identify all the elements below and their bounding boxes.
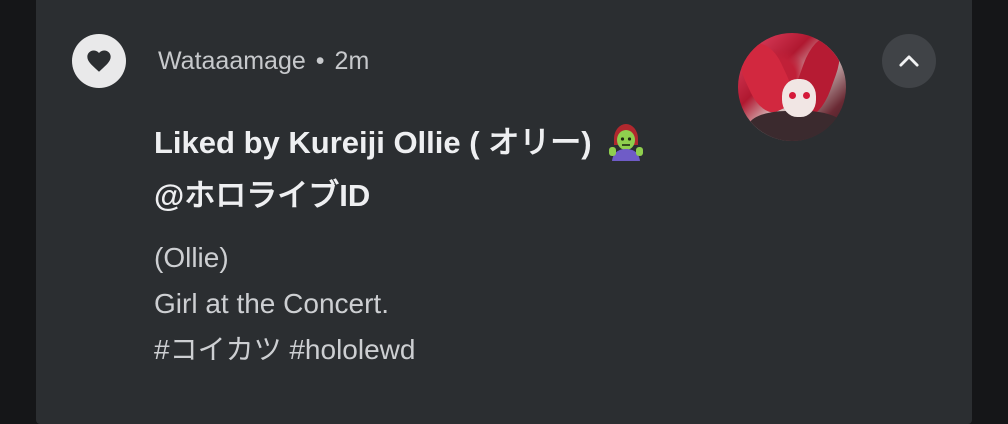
avatar-face: [782, 79, 816, 117]
heart-icon: [72, 34, 126, 88]
notification-title: Liked by Kureiji Ollie ( オリー) @ホロライブID: [154, 120, 714, 218]
avatar: [738, 33, 846, 141]
heart-icon-glyph: [87, 50, 111, 72]
title-line-2: @ホロライブID: [154, 178, 371, 213]
chevron-up-icon: [899, 55, 919, 67]
notification-body: (Ollie) Girl at the Concert. #コイカツ #holo…: [154, 235, 734, 373]
title-line-1: Liked by Kureiji Ollie ( オリー): [154, 125, 592, 160]
notification-card[interactable]: Wataaamage • 2m Liked by Kureiji Ollie ( オ…: [36, 0, 972, 424]
body-line: Girl at the Concert.: [154, 288, 389, 319]
collapse-button[interactable]: [882, 34, 936, 88]
sender-name: Wataaamage: [158, 47, 306, 75]
avatar-eye: [789, 92, 796, 99]
separator-dot: •: [315, 47, 325, 75]
body-line: (Ollie): [154, 242, 229, 273]
notification-header: Wataaamage • 2m: [158, 44, 369, 78]
avatar-eye: [803, 92, 810, 99]
zombie-woman-emoji-icon: [606, 121, 646, 173]
body-line: #コイカツ #hololewd: [154, 334, 416, 365]
timestamp: 2m: [334, 47, 370, 75]
